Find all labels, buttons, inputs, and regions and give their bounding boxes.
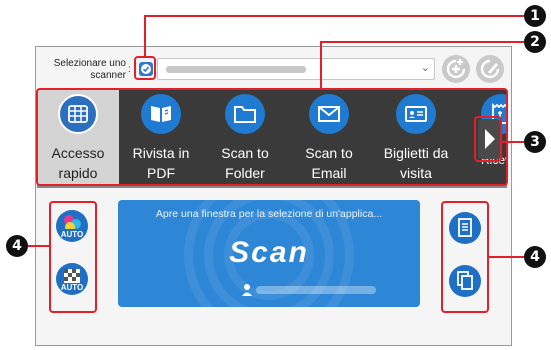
callout-line-2 — [320, 41, 524, 43]
scan-card-message: Apre una finestra per la selezione di un… — [155, 208, 383, 220]
callout-4-right: 4 — [524, 246, 546, 268]
callout-line-3 — [502, 141, 524, 143]
edit-profile-button[interactable] — [476, 55, 504, 83]
callout-box-2 — [36, 88, 508, 186]
callout-line-1 — [144, 15, 146, 57]
callout-4-left: 4 — [6, 235, 28, 257]
scan-label: Scan — [229, 236, 309, 269]
pencil-icon — [480, 59, 500, 79]
callout-1: 1 — [524, 5, 546, 27]
stage: Selezionare uno scanner : ⌄ Accesso rapi… — [0, 0, 551, 350]
add-icon — [446, 59, 466, 79]
callout-line-4-left — [28, 245, 49, 247]
scan-button-card[interactable]: Apre una finestra per la selezione di un… — [118, 200, 420, 307]
scanner-selector-label: Selezionare uno scanner — [53, 58, 126, 81]
callout-box-1 — [134, 56, 156, 80]
callout-line-1 — [144, 15, 524, 17]
scanner-name-blurred — [166, 66, 306, 73]
add-profile-button[interactable] — [442, 55, 470, 83]
callout-box-3 — [474, 116, 502, 162]
scanner-selector-colon: : — [128, 64, 131, 75]
user-icon — [242, 284, 252, 296]
scanner-dropdown[interactable]: ⌄ — [157, 58, 435, 80]
callout-2: 2 — [524, 31, 546, 53]
callout-box-4-left — [49, 201, 97, 313]
callout-3: 3 — [524, 131, 546, 153]
callout-line-4-right — [489, 256, 525, 258]
chevron-down-icon: ⌄ — [420, 62, 430, 74]
callout-box-4-right — [441, 201, 489, 313]
callout-line-2 — [320, 41, 322, 89]
user-name-blurred — [256, 286, 376, 294]
